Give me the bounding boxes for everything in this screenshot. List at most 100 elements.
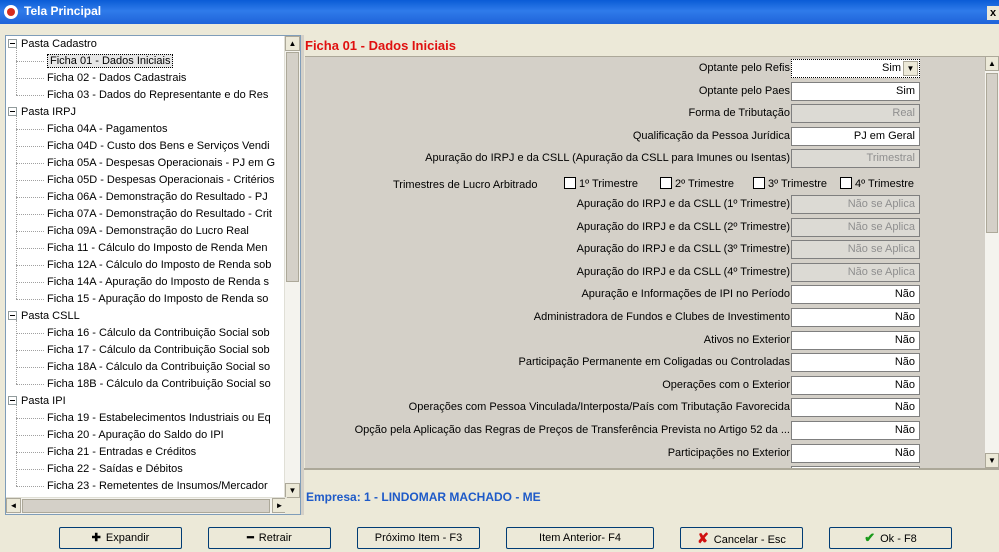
form-row: Participação Permanente em Coligadas ou …: [305, 353, 925, 374]
ok-button[interactable]: ✔ Ok - F8: [829, 527, 952, 549]
trimestre-1-checkbox[interactable]: 1º Trimestre: [564, 177, 638, 190]
form-row: Participações no Exterior Não: [305, 444, 925, 465]
collapse-button[interactable]: ━ Retrair: [208, 527, 331, 549]
field-value[interactable]: Não: [791, 444, 920, 463]
form-row: Ativos no Exterior Não: [305, 331, 925, 352]
cancel-button[interactable]: ✘ Cancelar - Esc: [680, 527, 803, 549]
panel-splitter[interactable]: [301, 35, 304, 515]
tree-item[interactable]: Ficha 12A - Cálculo do Imposto de Renda …: [16, 257, 271, 274]
trimestre-3-checkbox[interactable]: 3º Trimestre: [753, 177, 827, 190]
tree-item-label: Ficha 05D - Despesas Operacionais - Crit…: [47, 174, 275, 186]
form-row: Operações com o Exterior Não: [305, 376, 925, 397]
divider: [304, 468, 999, 470]
tree-item[interactable]: Ficha 11 - Cálculo do Imposto de Renda M…: [16, 240, 268, 257]
collapse-toggle-icon[interactable]: [8, 38, 17, 48]
field-value[interactable]: Não: [791, 353, 920, 372]
tree-item[interactable]: Ficha 05D - Despesas Operacionais - Crit…: [16, 172, 274, 189]
button-bar: ✚ Expandir ━ Retrair Próximo Item - F3 Ite…: [0, 524, 999, 552]
collapse-toggle-icon[interactable]: [8, 106, 17, 116]
field-value-text: Real: [892, 107, 915, 119]
tree-item-label: Ficha 15 - Apuração do Imposto de Renda …: [47, 293, 269, 305]
tree-item[interactable]: Ficha 07A - Demonstração do Resultado - …: [16, 206, 272, 223]
form-vertical-scrollbar[interactable]: ▲ ▼: [985, 56, 999, 468]
scroll-down-icon[interactable]: ▼: [285, 483, 300, 498]
previous-item-button[interactable]: Item Anterior- F4: [506, 527, 654, 549]
navigation-tree[interactable]: Pasta Cadastro Ficha 01 - Dados Iniciais F…: [5, 35, 301, 515]
form-row: Administradora de Fundos e Clubes de Inv…: [305, 308, 925, 329]
trimestre-4-checkbox[interactable]: 4º Trimestre: [840, 177, 914, 190]
tree-scroll-thumb[interactable]: [286, 52, 299, 282]
field-label: Participações no Exterior: [667, 447, 790, 459]
field-label: Optante pelo Paes: [698, 85, 790, 97]
field-value[interactable]: Não: [791, 398, 920, 417]
tree-item[interactable]: Ficha 04A - Pagamentos: [16, 121, 167, 138]
tree-item[interactable]: Ficha 03 - Dados do Representante e do R…: [16, 87, 268, 104]
tree-item-label: Ficha 12A - Cálculo do Imposto de Renda …: [47, 259, 272, 271]
tree-item[interactable]: Ficha 09A - Demonstração do Lucro Real: [16, 223, 249, 240]
tree-folder[interactable]: Pasta CSLL: [8, 308, 80, 325]
field-value[interactable]: Não: [791, 285, 920, 304]
trimestre-2-checkbox[interactable]: 2º Trimestre: [660, 177, 734, 190]
tree-item-label: Ficha 14A - Apuração do Imposto de Renda…: [47, 276, 269, 288]
checkbox-icon[interactable]: [660, 177, 672, 190]
tree-horizontal-scrollbar[interactable]: ◄ ►: [6, 497, 287, 514]
form-scroll-thumb[interactable]: [986, 73, 998, 233]
field-label: Apuração do IRPJ e da CSLL (1º Trimestre…: [576, 198, 790, 210]
tree-item[interactable]: Ficha 15 - Apuração do Imposto de Renda …: [16, 291, 268, 308]
scroll-left-icon[interactable]: ◄: [6, 498, 21, 513]
field-value[interactable]: PJ em Geral: [791, 127, 920, 146]
collapse-toggle-icon[interactable]: [8, 310, 17, 320]
tree-item-label: Ficha 20 - Apuração do Saldo do IPI: [47, 429, 224, 441]
field-value-text: Sim: [896, 85, 915, 97]
tree-item[interactable]: Ficha 04D - Custo dos Bens e Serviços Ve…: [16, 138, 270, 155]
field-value[interactable]: Não: [791, 376, 920, 395]
expand-button[interactable]: ✚ Expandir: [59, 527, 182, 549]
form-row: Operações com Pessoa Vinculada/Interpost…: [305, 398, 925, 419]
field-label: Apuração do IRPJ e da CSLL (4º Trimestre…: [576, 266, 790, 278]
scroll-corner: [285, 498, 300, 514]
tree-item-label: Ficha 04A - Pagamentos: [47, 123, 168, 135]
form-row: Apuração do IRPJ e da CSLL (3º Trimestre…: [305, 240, 925, 261]
tree-item[interactable]: Ficha 19 - Estabelecimentos Industriais …: [16, 410, 271, 427]
field-value[interactable]: Sim: [791, 82, 920, 101]
collapse-toggle-icon[interactable]: [8, 395, 17, 405]
field-value: Trimestral: [791, 149, 920, 168]
scroll-down-icon[interactable]: ▼: [985, 453, 999, 468]
tree-item[interactable]: Ficha 14A - Apuração do Imposto de Renda…: [16, 274, 269, 291]
field-value[interactable]: Não: [791, 308, 920, 327]
field-value-text: Não se Aplica: [847, 266, 915, 278]
next-item-button[interactable]: Próximo Item - F3: [357, 527, 480, 549]
tree-item[interactable]: Ficha 22 - Saídas e Débitos: [16, 461, 183, 478]
tree-item[interactable]: Ficha 17 - Cálculo da Contribuição Socia…: [16, 342, 270, 359]
checkbox-icon[interactable]: [564, 177, 576, 190]
tree-folder[interactable]: Pasta Cadastro: [8, 36, 97, 53]
tree-vertical-scrollbar[interactable]: ▲ ▼: [284, 36, 300, 498]
form-row: Optante pelo Paes Sim: [305, 82, 925, 103]
dropdown-arrow-icon[interactable]: ▼: [903, 61, 918, 76]
field-value[interactable]: Não: [791, 331, 920, 350]
app-icon: [4, 5, 18, 19]
checkbox-icon[interactable]: [840, 177, 852, 190]
close-icon[interactable]: x: [987, 6, 999, 20]
title-bar: Tela Principal x: [0, 0, 999, 24]
tree-item[interactable]: Ficha 23 - Remetentes de Insumos/Mercado…: [16, 478, 268, 495]
tree-item[interactable]: Ficha 20 - Apuração do Saldo do IPI: [16, 427, 224, 444]
tree-folder[interactable]: Pasta IRPJ: [8, 104, 76, 121]
tree-hscroll-thumb[interactable]: [22, 499, 270, 513]
field-value-text: PJ em Geral: [853, 130, 915, 142]
tree-item[interactable]: Ficha 02 - Dados Cadastrais: [16, 70, 186, 87]
tree-item[interactable]: Ficha 06A - Demonstração do Resultado - …: [16, 189, 268, 206]
window-title: Tela Principal: [24, 4, 102, 18]
scroll-up-icon[interactable]: ▲: [985, 56, 999, 71]
scroll-up-icon[interactable]: ▲: [285, 36, 300, 51]
field-value[interactable]: Sim ▼: [791, 59, 920, 78]
tree-item[interactable]: Ficha 21 - Entradas e Créditos: [16, 444, 196, 461]
tree-item[interactable]: Ficha 05A - Despesas Operacionais - PJ e…: [16, 155, 275, 172]
tree-item[interactable]: Ficha 01 - Dados Iniciais: [16, 53, 174, 70]
field-value[interactable]: Não: [791, 421, 920, 440]
tree-item[interactable]: Ficha 16 - Cálculo da Contribuição Socia…: [16, 325, 270, 342]
company-label: Empresa: 1 - LINDOMAR MACHADO - ME: [306, 490, 541, 504]
tree-item[interactable]: Ficha 18A - Cálculo da Contribuição Soci…: [16, 359, 270, 376]
tree-item[interactable]: Ficha 18B - Cálculo da Contribuição Soci…: [16, 376, 271, 393]
checkbox-icon[interactable]: [753, 177, 765, 190]
